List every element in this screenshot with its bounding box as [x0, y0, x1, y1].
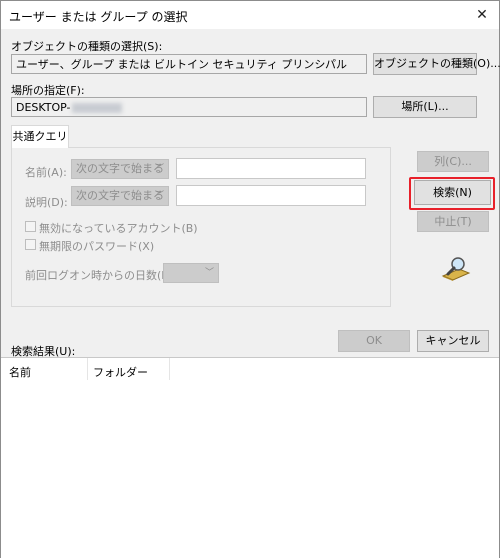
object-types-field: ユーザー、グループ または ビルトイン セキュリティ プリンシパル [11, 54, 367, 74]
columns-button[interactable]: 列(C)... [417, 151, 489, 172]
object-types-label: オブジェクトの種類の選択(S): [11, 40, 163, 53]
non-expiring-password-label: 無期限のパスワード(X) [39, 240, 155, 253]
description-mode-value: 次の文字で始まる [76, 189, 164, 202]
cancel-button[interactable]: キャンセル [417, 330, 489, 352]
common-queries-panel: 名前(A): 次の文字で始まる ﹀ 説明(D): 次の文字で始まる ﹀ 無効にな… [11, 147, 391, 307]
name-label: 名前(A): [25, 166, 67, 179]
locations-button[interactable]: 場所(L)... [373, 96, 477, 118]
column-header-name[interactable]: 名前 [9, 364, 31, 380]
name-input[interactable] [176, 158, 366, 179]
ok-button[interactable]: OK [338, 330, 410, 352]
location-label: 場所の指定(F): [11, 84, 85, 97]
chevron-down-icon: ﹀ [204, 268, 214, 278]
non-expiring-password-checkbox[interactable] [25, 239, 36, 250]
location-field: DESKTOP- [11, 97, 367, 117]
column-header-folder[interactable]: フォルダー [93, 364, 148, 380]
location-value: DESKTOP- [16, 101, 71, 114]
column-divider [169, 358, 170, 380]
stop-button[interactable]: 中止(T) [417, 211, 489, 232]
window-title: ユーザー または グループ の選択 [9, 10, 188, 24]
chevron-down-icon: ﹀ [154, 191, 164, 201]
description-mode-select[interactable]: 次の文字で始まる ﹀ [71, 186, 169, 206]
name-mode-value: 次の文字で始まる [76, 162, 164, 175]
tab-common-queries[interactable]: 共通クエリ [11, 125, 69, 148]
search-button-highlight [409, 177, 495, 210]
object-types-button[interactable]: オブジェクトの種類(O)... [373, 53, 500, 75]
close-icon[interactable]: ✕ [465, 1, 499, 29]
redacted-hostname [71, 103, 122, 113]
chevron-down-icon: ﹀ [154, 164, 164, 174]
column-divider [87, 358, 88, 380]
disabled-accounts-label: 無効になっているアカウント(B) [39, 222, 198, 235]
search-results-list[interactable]: 名前 フォルダー [1, 357, 499, 558]
last-logon-days-label: 前回ログオン時からの日数(I): [25, 269, 173, 282]
title-bar: ユーザー または グループ の選択 ✕ [1, 1, 499, 29]
magnifier-search-icon [441, 256, 471, 282]
disabled-accounts-checkbox[interactable] [25, 221, 36, 232]
select-users-groups-dialog: ユーザー または グループ の選択 ✕ オブジェクトの種類の選択(S): ユーザ… [0, 0, 500, 558]
name-mode-select[interactable]: 次の文字で始まる ﹀ [71, 159, 169, 179]
description-label: 説明(D): [25, 196, 68, 209]
last-logon-days-select[interactable]: ﹀ [163, 263, 219, 283]
description-input[interactable] [176, 185, 366, 206]
